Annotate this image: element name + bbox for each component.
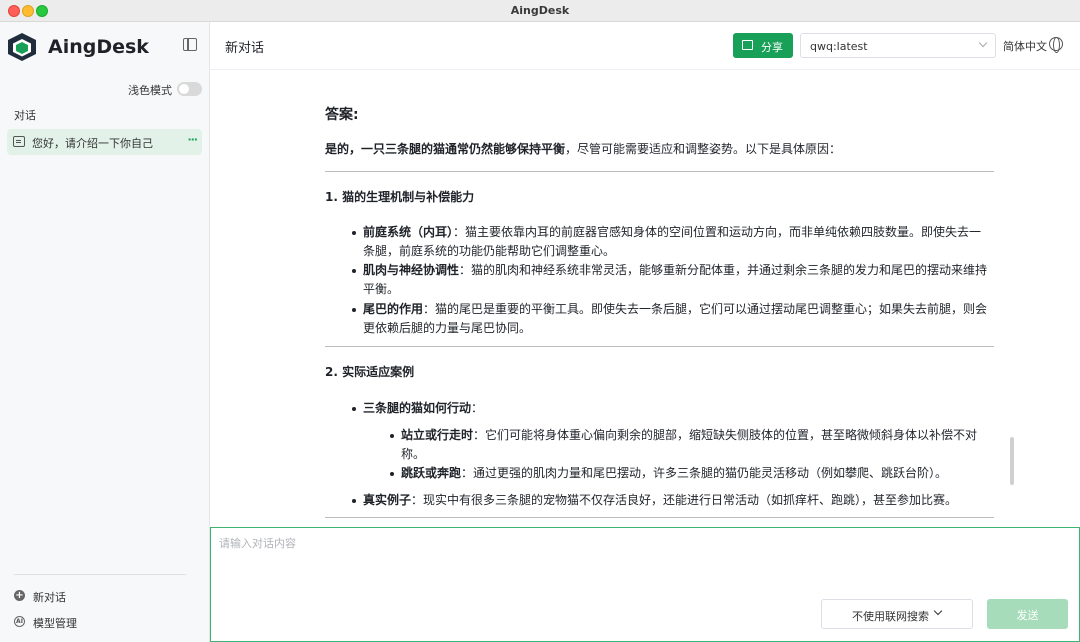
title-bar: AingDesk	[0, 0, 1080, 22]
web-search-label: 不使用联网搜索	[852, 610, 929, 623]
divider	[325, 346, 994, 347]
list-item: 尾巴的作用：猫的尾巴是重要的平衡工具。即使失去一条后腿，它们可以通过摆动尾巴调整…	[352, 300, 993, 338]
globe-icon[interactable]	[1049, 37, 1063, 53]
send-button[interactable]: 发送	[987, 599, 1068, 629]
list-item-title: 尾巴的作用	[363, 302, 424, 316]
list-item-text: ：猫主要依靠内耳的前庭器官感知身体的空间位置和运动方向，而非单纯依赖四肢数量。即…	[363, 225, 982, 258]
aingdesk-logo-icon	[8, 33, 36, 61]
list-item: 前庭系统（内耳）：猫主要依靠内耳的前庭器官感知身体的空间位置和运动方向，而非单纯…	[352, 223, 993, 261]
ai-model-icon: AI	[14, 616, 25, 627]
list-item-title: 站立或行走时	[401, 428, 474, 442]
list-item: 肌肉与神经协调性：猫的肌肉和神经系统非常灵活，能够重新分配体重，并通过剩余三条腿…	[352, 261, 993, 299]
intro-bold-text: 是的，一只三条腿的猫通常仍然能够保持平衡	[325, 142, 566, 156]
intro-text: ，尽管可能需要适应和调整姿势。以下是具体原因：	[565, 142, 842, 156]
message-input[interactable]	[219, 535, 819, 595]
list-item-title: 三条腿的猫如何行动	[363, 401, 472, 415]
answer-intro: 是的，一只三条腿的猫通常仍然能够保持平衡，尽管可能需要适应和调整姿势。以下是具体…	[325, 140, 995, 159]
divider	[325, 171, 994, 172]
list-item-text: ：通过更强的肌肉力量和尾巴摆动，许多三条腿的猫仍能灵活移动（例如攀爬、跳跃台阶）…	[461, 466, 948, 480]
bullet	[352, 499, 356, 503]
section-heading: 2. 实际适应案例	[325, 365, 415, 379]
theme-mode-label: 浅色模式	[128, 84, 172, 97]
answer-title: 答案:	[325, 107, 359, 123]
chevron-down-icon	[978, 38, 988, 48]
bullet	[352, 269, 356, 273]
message-input-area: 不使用联网搜索 发送	[210, 527, 1080, 642]
conversations-heading: 对话	[14, 109, 36, 122]
language-selector[interactable]: 简体中文	[1003, 38, 1047, 54]
bullet	[352, 308, 356, 312]
divider	[325, 517, 994, 518]
share-button[interactable]: 分享	[733, 33, 793, 58]
list-item-text: ：	[471, 401, 484, 415]
conversation-label: 您好，请介绍一下你自己	[32, 137, 153, 150]
list-item-title: 肌肉与神经协调性	[363, 263, 460, 277]
list-item-title: 前庭系统（内耳）	[363, 225, 454, 239]
model-select[interactable]: qwq:latest	[800, 33, 996, 58]
brand-name: AingDesk	[48, 36, 149, 58]
sub-list-item: 站立或行走时：它们可能将身体重心偏向剩余的腿部，缩短缺失侧肢体的位置，甚至略微倾…	[390, 426, 991, 464]
list-item: 三条腿的猫如何行动：	[352, 399, 993, 418]
conversation-item[interactable]: 您好，请介绍一下你自己 ···	[7, 129, 202, 155]
sidebar-collapse-icon[interactable]	[183, 38, 197, 51]
new-chat-label: 新对话	[33, 591, 66, 604]
list-item-title: 真实例子	[363, 493, 412, 507]
chat-bubble-icon	[13, 136, 25, 147]
sub-list-item: 跳跃或奔跑：通过更强的肌肉力量和尾巴摆动，许多三条腿的猫仍能灵活移动（例如攀爬、…	[390, 464, 991, 483]
list-item-text: ：它们可能将身体重心偏向剩余的腿部，缩短缺失侧肢体的位置，甚至略微倾斜身体以补偿…	[401, 428, 978, 461]
chat-title: 新对话	[225, 41, 265, 56]
section-heading: 1. 猫的生理机制与补偿能力	[325, 190, 475, 204]
share-icon	[742, 40, 753, 50]
list-item-text: ：猫的尾巴是重要的平衡工具。即使失去一条后腿，它们可以通过摆动尾巴调整重心；如果…	[363, 302, 988, 335]
share-label: 分享	[761, 41, 783, 54]
model-manage-label: 模型管理	[33, 617, 77, 630]
list-item-text: ：现实中有很多三条腿的宠物猫不仅存活良好，还能进行日常活动（如抓痒杆、跑跳），甚…	[411, 493, 958, 507]
list-item: 真实例子：现实中有很多三条腿的宠物猫不仅存活良好，还能进行日常活动（如抓痒杆、跑…	[352, 491, 993, 510]
bullet	[352, 407, 356, 411]
sidebar: AingDesk 浅色模式 对话 您好，请介绍一下你自己 ··· + 新对话 A…	[0, 22, 210, 642]
chat-header: 新对话 分享 qwq:latest 简体中文	[210, 22, 1080, 70]
chat-content: 答案: 是的，一只三条腿的猫通常仍然能够保持平衡，尽管可能需要适应和调整姿势。以…	[210, 71, 1080, 526]
bullet	[390, 472, 394, 476]
model-select-value: qwq:latest	[810, 40, 868, 53]
bullet	[390, 434, 394, 438]
theme-mode-toggle[interactable]	[177, 82, 202, 96]
more-options-icon[interactable]: ···	[187, 133, 198, 146]
list-item-title: 跳跃或奔跑	[401, 466, 462, 480]
plus-circle-icon: +	[14, 590, 25, 601]
send-label: 发送	[1016, 609, 1039, 622]
window-title: AingDesk	[510, 4, 570, 17]
web-search-dropdown[interactable]: 不使用联网搜索	[821, 599, 973, 629]
chevron-down-icon	[933, 606, 943, 616]
bullet	[352, 231, 356, 235]
sidebar-divider	[14, 574, 186, 575]
scrollbar-thumb[interactable]	[1010, 437, 1014, 485]
